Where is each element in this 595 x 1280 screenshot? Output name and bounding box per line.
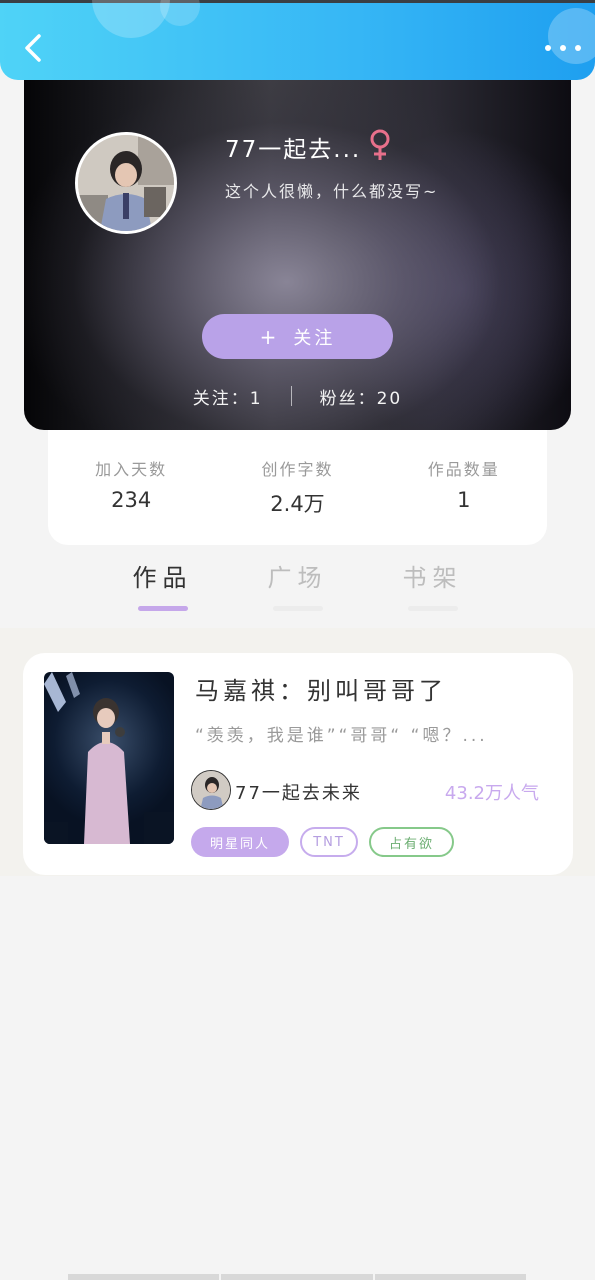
work-title: 马嘉祺：别叫哥哥了 [195,677,447,705]
tab-label: 书架 [402,564,463,592]
stat-work-count: 作品数量 1 [399,456,529,512]
chevron-left-icon [25,34,41,62]
tab-indicator [138,606,188,611]
tab-square[interactable]: 广场 [230,558,365,616]
following-label: 关注： [192,388,250,409]
following-count: 1 [249,388,263,409]
bottom-nav-segment [68,1274,220,1280]
follow-button[interactable]: + 关注 [202,314,393,359]
stats-card: 加入天数 234 创作字数 2.4万 作品数量 1 [48,420,547,545]
more-dot [575,45,581,51]
stat-value: 1 [457,488,471,512]
top-nav-bar [0,0,595,80]
divider [290,386,292,406]
work-excerpt: “羡羡，我是谁”“哥哥“ “嗯？... [195,726,488,746]
avatar-image [78,135,174,231]
bottom-nav-segment [221,1274,373,1280]
tab-indicator [273,606,323,611]
decor-bubble [92,0,170,38]
tag-chip[interactable]: 明星同人 [191,827,289,857]
stat-label: 作品数量 [427,460,500,479]
bio-text: 这个人很懒，什么都没写~ [225,182,439,201]
cover-illustration [44,672,174,844]
author-name[interactable]: 77一起去未来 [235,779,362,805]
female-icon [370,129,390,160]
stat-value: 234 [111,488,152,512]
author-avatar[interactable] [191,770,231,810]
follow-button-label: 关注 [293,327,336,349]
decor-bubble [160,0,200,26]
author-avatar-image [192,771,230,809]
bottom-nav-segment [374,1274,526,1280]
work-cover-image [44,672,174,844]
following-stat[interactable]: 关注：1 [193,384,263,409]
popularity-count: 43.2万人气 [444,783,539,804]
tab-bookshelf[interactable]: 书架 [365,558,500,616]
profile-tabs: 作品 广场 书架 [95,558,500,616]
fans-count: 20 [376,388,403,409]
stat-word-count: 创作字数 2.4万 [232,456,362,518]
fans-stat[interactable]: 粉丝：20 [320,384,403,409]
more-horizontal-icon [545,45,551,51]
tab-works[interactable]: 作品 [95,558,230,616]
stat-label: 创作字数 [261,460,334,479]
stat-value: 2.4万 [270,492,325,516]
more-options-button[interactable] [545,38,581,58]
bottom-nav-remnant [68,1274,526,1280]
tag-list: 明星同人 TNT 占有欲 [191,827,454,857]
username: 77一起去... [225,137,362,163]
work-card[interactable]: 马嘉祺：别叫哥哥了 “羡羡，我是谁”“哥哥“ “嗯？... 77一起去未来 43… [23,653,573,875]
profile-header-card: 77一起去... 这个人很懒，什么都没写~ + 关注 关注：1 粉丝：20 [24,78,571,430]
tab-label: 作品 [132,564,193,592]
avatar[interactable] [75,132,177,234]
follow-stats: 关注：1 粉丝：20 [24,382,571,410]
plus-icon: + [259,324,280,349]
tag-chip[interactable]: TNT [300,827,358,857]
stat-label: 加入天数 [95,460,168,479]
fans-label: 粉丝： [319,388,377,409]
tag-chip[interactable]: 占有欲 [369,827,454,857]
tab-indicator [408,606,458,611]
back-button[interactable] [18,30,48,66]
stat-join-days: 加入天数 234 [66,456,196,512]
more-dot [560,45,566,51]
tab-label: 广场 [267,564,328,592]
